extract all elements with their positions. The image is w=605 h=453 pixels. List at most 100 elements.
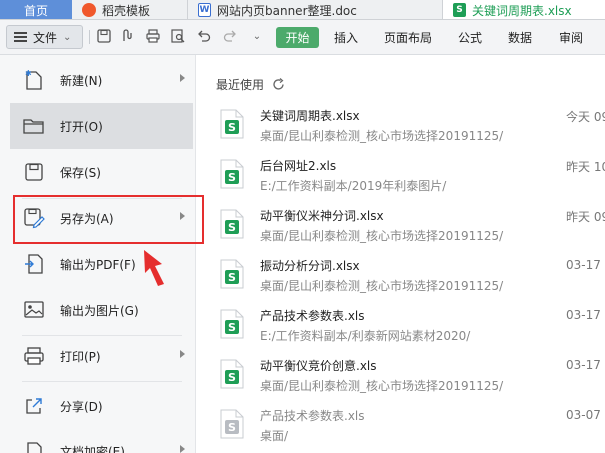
menu-item-label: 输出为PDF(F) xyxy=(60,257,136,272)
tab-docer-templates[interactable]: 稻壳模板 xyxy=(72,0,188,19)
hamburger-icon xyxy=(14,32,27,42)
tab-insert[interactable]: 插入 xyxy=(334,29,358,46)
output-icon[interactable] xyxy=(120,29,136,45)
tab-review[interactable]: 审阅 xyxy=(559,29,583,46)
file-name: 关键词周期表.xlsx xyxy=(260,109,360,123)
word-doc-icon: W xyxy=(198,3,211,17)
file-date: 今天 09 xyxy=(566,110,605,124)
menu-item-label: 分享(D) xyxy=(60,399,103,414)
file-name: 动平衡仪米神分词.xlsx xyxy=(260,209,384,223)
menu-item-label: 打开(O) xyxy=(60,119,103,134)
menu-item-export-image[interactable]: 输出为图片(G) xyxy=(10,287,193,333)
menu-item-label: 新建(N) xyxy=(60,73,103,88)
svg-text:S: S xyxy=(228,171,236,184)
file-name: 后台网址2.xls xyxy=(260,159,337,173)
tab-page-layout[interactable]: 页面布局 xyxy=(384,29,432,46)
file-menu-label: 文件 xyxy=(33,30,58,45)
file-path: 桌面/昆山利泰检测_核心市场选择20191125/ xyxy=(260,229,504,243)
svg-text:S: S xyxy=(228,321,236,334)
tab-label: 关键词周期表.xlsx xyxy=(472,3,572,18)
menu-item-label: 输出为图片(G) xyxy=(60,303,139,318)
file-path: 桌面/ xyxy=(260,429,289,443)
main-toolbar: 文件 ⌄ ⌄ 开始 插入 页面布局 公式 数据 审阅 xyxy=(0,20,605,55)
spreadsheet-file-icon: S xyxy=(220,359,244,389)
print-icon[interactable] xyxy=(145,29,161,45)
spreadsheet-file-icon: S xyxy=(220,309,244,339)
encrypt-icon xyxy=(22,439,46,453)
recent-file-row[interactable]: S 动平衡仪竞价创意.xls 桌面/昆山利泰检测_核心市场选择20191125/03… xyxy=(216,353,605,403)
submenu-arrow-icon xyxy=(180,74,185,82)
recent-file-row[interactable]: S 产品技术参数表.xls 桌面/03-07 1 xyxy=(216,403,605,453)
file-path: 桌面/昆山利泰检测_核心市场选择20191125/ xyxy=(260,279,504,293)
file-path: 桌面/昆山利泰检测_核心市场选择20191125/ xyxy=(260,379,504,393)
file-path: 桌面/昆山利泰检测_核心市场选择20191125/ xyxy=(260,129,504,143)
file-date: 昨天 09 xyxy=(566,210,605,224)
submenu-arrow-icon xyxy=(180,445,185,453)
svg-text:S: S xyxy=(228,121,236,134)
recent-files-section: 最近使用 S 关键词周期表.xlsx 桌面/昆山利泰检测_核心市场选择2019112… xyxy=(196,55,605,453)
redo-icon[interactable] xyxy=(222,29,238,45)
file-path: E:/工作资料副本/利泰新网站素材2020/ xyxy=(260,329,471,343)
chevron-down-icon: ⌄ xyxy=(63,31,72,43)
spreadsheet-file-icon: S xyxy=(220,209,244,239)
file-menu-list: ✱ 新建(N) 打开(O) 保存(S) 另存为(A) 输出为PDF(F) 输出为… xyxy=(0,55,196,453)
file-date: 03-17 1 xyxy=(566,258,605,272)
menu-divider xyxy=(22,381,182,382)
export-pdf-icon xyxy=(22,252,46,276)
refresh-icon[interactable] xyxy=(272,78,285,91)
document-tab-bar: 首页 稻壳模板 W 网站内页banner整理.doc S 关键词周期表.xlsx xyxy=(0,0,605,20)
menu-item-share[interactable]: 分享(D) xyxy=(10,383,193,429)
file-name: 振动分析分词.xlsx xyxy=(260,259,360,273)
file-menu-panel: ✱ 新建(N) 打开(O) 保存(S) 另存为(A) 输出为PDF(F) 输出为… xyxy=(0,55,605,453)
file-menu-button[interactable]: 文件 ⌄ xyxy=(6,25,83,49)
toolbar-divider xyxy=(89,30,90,44)
file-date: 03-17 0 xyxy=(566,308,605,322)
save-icon[interactable] xyxy=(96,29,112,45)
menu-item-encrypt[interactable]: 文档加密(E) xyxy=(10,428,193,453)
recent-file-row[interactable]: S 产品技术参数表.xls E:/工作资料副本/利泰新网站素材2020/03-17 … xyxy=(216,303,605,353)
recent-files-header: 最近使用 xyxy=(216,76,285,93)
submenu-arrow-icon xyxy=(180,350,185,358)
tab-label: 网站内页banner整理.doc xyxy=(217,3,357,18)
svg-text:✱: ✱ xyxy=(25,69,32,78)
svg-text:S: S xyxy=(228,371,236,384)
docer-icon xyxy=(82,3,96,17)
start-label: 开始 xyxy=(285,31,310,45)
tab-word-document[interactable]: W 网站内页banner整理.doc xyxy=(188,0,443,19)
menu-item-label: 保存(S) xyxy=(60,165,101,180)
file-date: 03-07 1 xyxy=(566,408,605,422)
tab-home[interactable]: 首页 xyxy=(0,0,72,19)
export-image-icon xyxy=(22,298,46,322)
print-preview-icon[interactable] xyxy=(170,29,186,45)
more-chevron-icon[interactable]: ⌄ xyxy=(249,29,265,45)
spreadsheet-file-icon: S xyxy=(220,109,244,139)
menu-item-new[interactable]: ✱ 新建(N) xyxy=(10,57,193,103)
annotation-highlight-box xyxy=(13,195,204,244)
tab-formulas[interactable]: 公式 xyxy=(458,29,482,46)
file-name: 产品技术参数表.xls xyxy=(260,309,365,323)
new-file-icon: ✱ xyxy=(22,68,46,92)
menu-item-open[interactable]: 打开(O) xyxy=(10,103,193,149)
menu-item-print[interactable]: 打印(P) xyxy=(10,333,193,379)
spreadsheet-file-icon: S xyxy=(220,259,244,289)
annotation-arrow-icon xyxy=(144,250,164,286)
tab-active-spreadsheet[interactable]: S 关键词周期表.xlsx xyxy=(443,0,605,19)
print-icon xyxy=(22,344,46,368)
undo-icon[interactable] xyxy=(196,29,212,45)
file-name: 产品技术参数表.xls xyxy=(260,409,365,423)
file-date: 昨天 10 xyxy=(566,160,605,174)
spreadsheet-file-icon: S xyxy=(220,159,244,189)
recent-file-row[interactable]: S 关键词周期表.xlsx 桌面/昆山利泰检测_核心市场选择20191125/今天 … xyxy=(216,103,605,153)
recent-files-title: 最近使用 xyxy=(216,78,265,92)
recent-file-row[interactable]: S 动平衡仪米神分词.xlsx 桌面/昆山利泰检测_核心市场选择20191125/昨… xyxy=(216,203,605,253)
save-icon xyxy=(22,160,46,184)
tab-start[interactable]: 开始 xyxy=(276,27,319,48)
recent-file-row[interactable]: S 后台网址2.xls E:/工作资料副本/2019年利泰图片/昨天 10 xyxy=(216,153,605,203)
tab-data[interactable]: 数据 xyxy=(508,29,532,46)
recent-file-row[interactable]: S 振动分析分词.xlsx 桌面/昆山利泰检测_核心市场选择20191125/03-… xyxy=(216,253,605,303)
share-icon xyxy=(22,394,46,418)
folder-open-icon xyxy=(22,114,46,138)
file-name: 动平衡仪竞价创意.xls xyxy=(260,359,377,373)
menu-item-save[interactable]: 保存(S) xyxy=(10,149,193,195)
spreadsheet-icon: S xyxy=(453,3,466,17)
